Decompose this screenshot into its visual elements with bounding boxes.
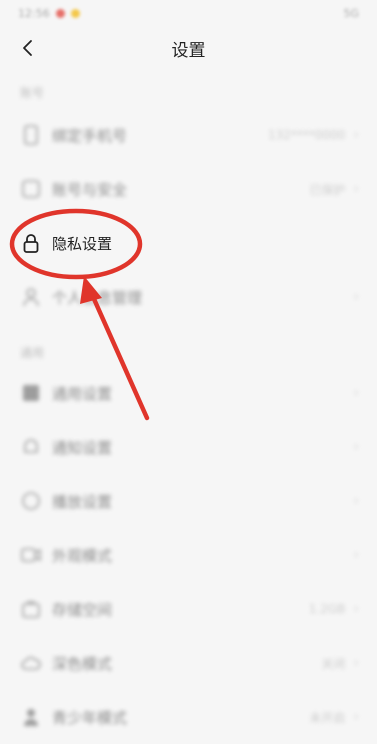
phone-icon (20, 124, 42, 146)
status-signal: 5G (343, 6, 359, 20)
settings-row-label: 个人信息管理 (52, 288, 143, 307)
cloud-icon (20, 652, 42, 674)
settings-row-label: 绑定手机号 (52, 126, 128, 145)
section-label-account: 账号 (20, 86, 45, 100)
settings-row-value: 关闭 (321, 656, 346, 671)
section-label-general: 通用 (20, 346, 45, 360)
settings-row-storage[interactable]: 存储空间 1.2GB › (0, 582, 377, 636)
chevron-right-icon: › (353, 181, 359, 197)
chevron-right-icon: › (353, 493, 359, 509)
nav-bar: 设置 (0, 26, 377, 70)
status-bar: 12:56 5G (0, 0, 377, 26)
settings-row-privacy[interactable]: 隐私设置 (0, 216, 377, 270)
grid-icon (20, 382, 42, 404)
shield-icon (20, 178, 42, 200)
settings-row-account-security[interactable]: 账号与安全 已保护 › (0, 162, 377, 216)
page-title: 设置 (171, 40, 206, 61)
lock-icon (20, 232, 42, 254)
chevron-right-icon: › (353, 385, 359, 401)
bell-icon (20, 436, 42, 458)
settings-row-playback[interactable]: 播放设置 › (0, 474, 377, 528)
settings-row-label: 隐私设置 (52, 234, 113, 253)
settings-row-value: 132****0000 (267, 128, 346, 142)
settings-row-value: 已保护 (309, 182, 346, 197)
settings-row-label: 通用设置 (52, 384, 113, 403)
settings-row-teen-mode[interactable]: 青少年模式 未开启 › (0, 690, 377, 744)
chevron-right-icon: › (353, 127, 359, 143)
settings-row-label: 深色模式 (52, 654, 113, 673)
settings-row-personal-info[interactable]: 个人信息管理 › (0, 270, 377, 324)
settings-row-label: 账号与安全 (52, 180, 128, 199)
settings-row-label: 播放设置 (52, 492, 113, 511)
notification-icon-2 (70, 8, 80, 18)
settings-row-phone[interactable]: 绑定手机号 132****0000 › (0, 108, 377, 162)
chevron-right-icon: › (353, 655, 359, 671)
settings-row-appearance[interactable]: 外观模式 › (0, 528, 377, 582)
chevron-right-icon: › (353, 601, 359, 617)
status-time: 12:56 (18, 6, 50, 20)
shield-person-icon (20, 706, 42, 728)
settings-row-value: 1.2GB (308, 602, 346, 616)
chevron-right-icon: › (353, 547, 359, 563)
settings-row-label: 通知设置 (52, 438, 113, 457)
settings-row-value: 未开启 (309, 710, 346, 725)
back-button[interactable] (14, 34, 42, 62)
box-icon (20, 598, 42, 620)
settings-row-notification[interactable]: 通知设置 › (0, 420, 377, 474)
settings-row-label: 存储空间 (52, 600, 113, 619)
settings-row-general[interactable]: 通用设置 › (0, 366, 377, 420)
chevron-right-icon: › (353, 709, 359, 725)
chevron-right-icon: › (353, 439, 359, 455)
video-icon (20, 544, 42, 566)
notification-icon (55, 8, 65, 18)
settings-row-label: 青少年模式 (52, 708, 128, 727)
play-icon (20, 490, 42, 512)
settings-row-label: 外观模式 (52, 546, 113, 565)
settings-row-dark-mode[interactable]: 深色模式 关闭 › (0, 636, 377, 690)
person-icon (20, 286, 42, 308)
chevron-right-icon: › (353, 289, 359, 305)
chevron-left-icon (23, 40, 32, 56)
